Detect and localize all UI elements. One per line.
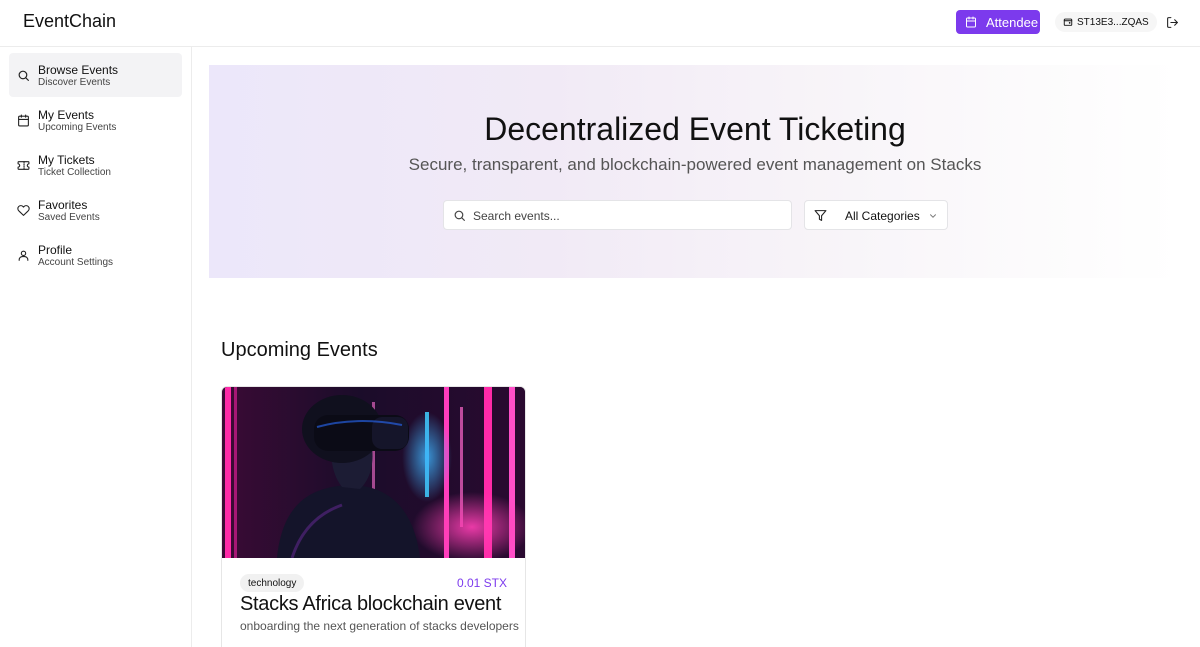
user-icon — [17, 249, 30, 262]
event-category-badge: technology — [240, 574, 305, 592]
event-card[interactable]: technology 0.01 STX Stacks Africa blockc… — [221, 386, 526, 647]
hero-title: Decentralized Event Ticketing — [484, 111, 906, 147]
hero-banner: Decentralized Event Ticketing Secure, tr… — [209, 65, 1181, 278]
sidebar-item-label: Favorites — [38, 198, 88, 212]
sidebar-item-my-tickets[interactable]: My Tickets Ticket Collection — [9, 143, 182, 187]
calendar-icon — [17, 114, 30, 127]
category-select-value: All Categories — [845, 209, 920, 223]
event-price: 0.01 STX — [456, 576, 507, 590]
logout-icon[interactable] — [1166, 16, 1179, 29]
calendar-icon — [965, 16, 977, 28]
sidebar-item-sublabel: Saved Events — [38, 212, 100, 223]
app-logo[interactable]: EventChain — [23, 11, 116, 32]
wallet-address-chip[interactable]: ST13E3...ZQAS — [1055, 12, 1157, 32]
attendee-role-button[interactable]: Attendee — [956, 10, 1040, 34]
attendee-role-label: Attendee — [986, 14, 1039, 30]
top-header: EventChain Attendee ST13E3...ZQAS — [0, 0, 1200, 47]
sidebar-item-profile[interactable]: Profile Account Settings — [9, 233, 182, 277]
sidebar-item-my-events[interactable]: My Events Upcoming Events — [9, 98, 182, 142]
event-description: onboarding the next generation of stacks… — [240, 619, 519, 633]
event-card-image[interactable] — [222, 387, 525, 558]
sidebar-item-label: Profile — [38, 243, 73, 257]
wallet-icon — [1063, 17, 1073, 27]
search-icon — [17, 69, 30, 82]
filter-icon — [814, 209, 827, 222]
sidebar-item-sublabel: Ticket Collection — [38, 167, 111, 178]
sidebar: Browse Events Discover Events My Events … — [0, 47, 192, 647]
search-icon — [453, 209, 466, 222]
sidebar-item-label: Browse Events — [38, 63, 119, 77]
sidebar-item-sublabel: Discover Events — [38, 77, 111, 88]
sidebar-item-label: My Events — [38, 108, 95, 122]
hero-subtitle: Secure, transparent, and blockchain-powe… — [408, 155, 982, 174]
sidebar-item-sublabel: Upcoming Events — [38, 122, 117, 133]
sidebar-item-sublabel: Account Settings — [38, 257, 114, 268]
ticket-icon — [17, 159, 30, 172]
sidebar-item-browse-events[interactable]: Browse Events Discover Events — [9, 53, 182, 97]
sidebar-item-label: My Tickets — [38, 153, 95, 167]
sidebar-item-favorites[interactable]: Favorites Saved Events — [9, 188, 182, 232]
section-title-upcoming-events: Upcoming Events — [221, 339, 378, 361]
chevron-down-icon — [928, 211, 938, 221]
category-select[interactable]: All Categories — [804, 200, 948, 230]
search-box[interactable] — [443, 200, 792, 230]
search-input[interactable] — [473, 206, 773, 226]
event-title[interactable]: Stacks Africa blockchain event — [240, 593, 501, 616]
heart-icon — [17, 204, 30, 217]
wallet-address-text: ST13E3...ZQAS — [1077, 16, 1149, 28]
